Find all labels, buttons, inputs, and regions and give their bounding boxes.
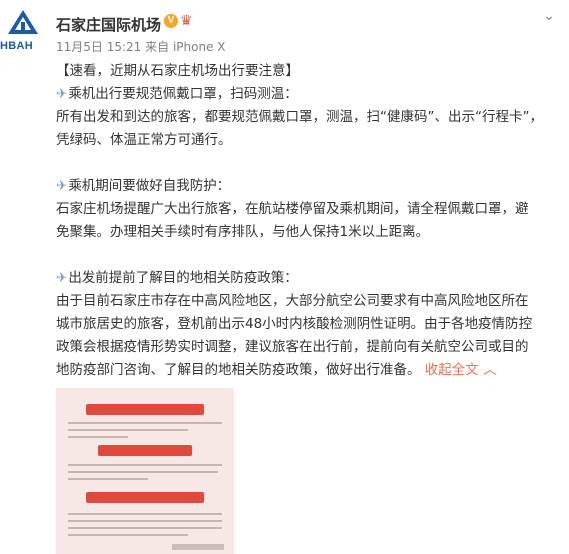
collapse-link[interactable]: 收起全文 ︿: [425, 362, 497, 378]
post-timestamp[interactable]: 11月5日 15:21: [56, 40, 141, 54]
image-text-line: [68, 520, 222, 522]
image-text-line: [68, 534, 188, 536]
body-line: 城市旅居史的旅客，登机前出示48小时内核酸检测阴性证明。由于各地疫情防控: [56, 316, 533, 332]
chevron-up-icon[interactable]: ︿: [483, 362, 497, 378]
image-banner: [98, 445, 192, 456]
image-text-line: [68, 471, 218, 473]
chevron-down-icon[interactable]: ⌄: [543, 8, 555, 24]
image-text-line: [68, 513, 222, 515]
post-source: 来自 iPhone X: [145, 40, 226, 54]
image-banner: [86, 404, 204, 415]
airplane-icon: ✈: [56, 178, 68, 194]
image-text-line: [68, 436, 128, 438]
section-heading: ✈乘机出行要规范佩戴口罩，扫码测温：: [56, 86, 298, 102]
body-line: 所有出发和到达的旅客，都要规范佩戴口罩，测温，扫“健康码”、出示“行程卡”，: [56, 109, 543, 125]
section-heading: ✈乘机期间要做好自我防护：: [56, 178, 231, 194]
level-icon: ♛: [180, 13, 193, 29]
body-line: 政策会根据疫情形势实时调整，建议旅客在出行前，提前向有关航空公司或目的: [56, 339, 529, 355]
body-line: 地防疫部门咨询、了解目的地相关防疫政策，做好出行准备。 收起全文 ︿: [56, 362, 497, 378]
body-line: 免聚集。办理相关手续时有序排队，与他人保持1米以上距离。: [56, 224, 430, 240]
airport-logo-icon: [8, 10, 38, 34]
post-header: HBAH 石家庄国际机场 V ♛ 11月5日 15:21 来自 iPhone X…: [0, 0, 569, 60]
image-text-line: [68, 527, 222, 529]
image-text-line: [68, 464, 222, 466]
image-banner: [86, 492, 204, 503]
image-text-line: [68, 478, 148, 480]
image-watermark: [172, 544, 224, 550]
section-heading: ✈出发前提前了解目的地相关防疫政策：: [56, 270, 298, 286]
body-line: 石家庄机场提醒广大出行旅客，在航站楼停留及乘机期间，请全程佩戴口罩，避: [56, 201, 529, 217]
body-line: 凭绿码、体温正常方可通行。: [56, 132, 232, 148]
post-body: 【速看，近期从石家庄机场出行要注意】 ✈乘机出行要规范佩戴口罩，扫码测温： 所有…: [56, 60, 556, 382]
body-line: 由于目前石家庄市存在中高风险地区，大部分航空公司要求有中高风险地区所在: [56, 293, 529, 309]
image-text-line: [68, 422, 222, 424]
avatar[interactable]: HBAH: [0, 8, 46, 54]
airplane-icon: ✈: [56, 86, 68, 102]
image-text-line: [68, 429, 188, 431]
post-image[interactable]: [56, 388, 234, 554]
verified-badge: V: [164, 14, 178, 28]
username[interactable]: 石家庄国际机场: [56, 14, 161, 35]
post-title: 【速看，近期从石家庄机场出行要注意】: [56, 63, 299, 79]
post-meta: 11月5日 15:21 来自 iPhone X: [56, 38, 226, 55]
airplane-icon: ✈: [56, 270, 68, 286]
avatar-label: HBAH: [0, 40, 33, 52]
